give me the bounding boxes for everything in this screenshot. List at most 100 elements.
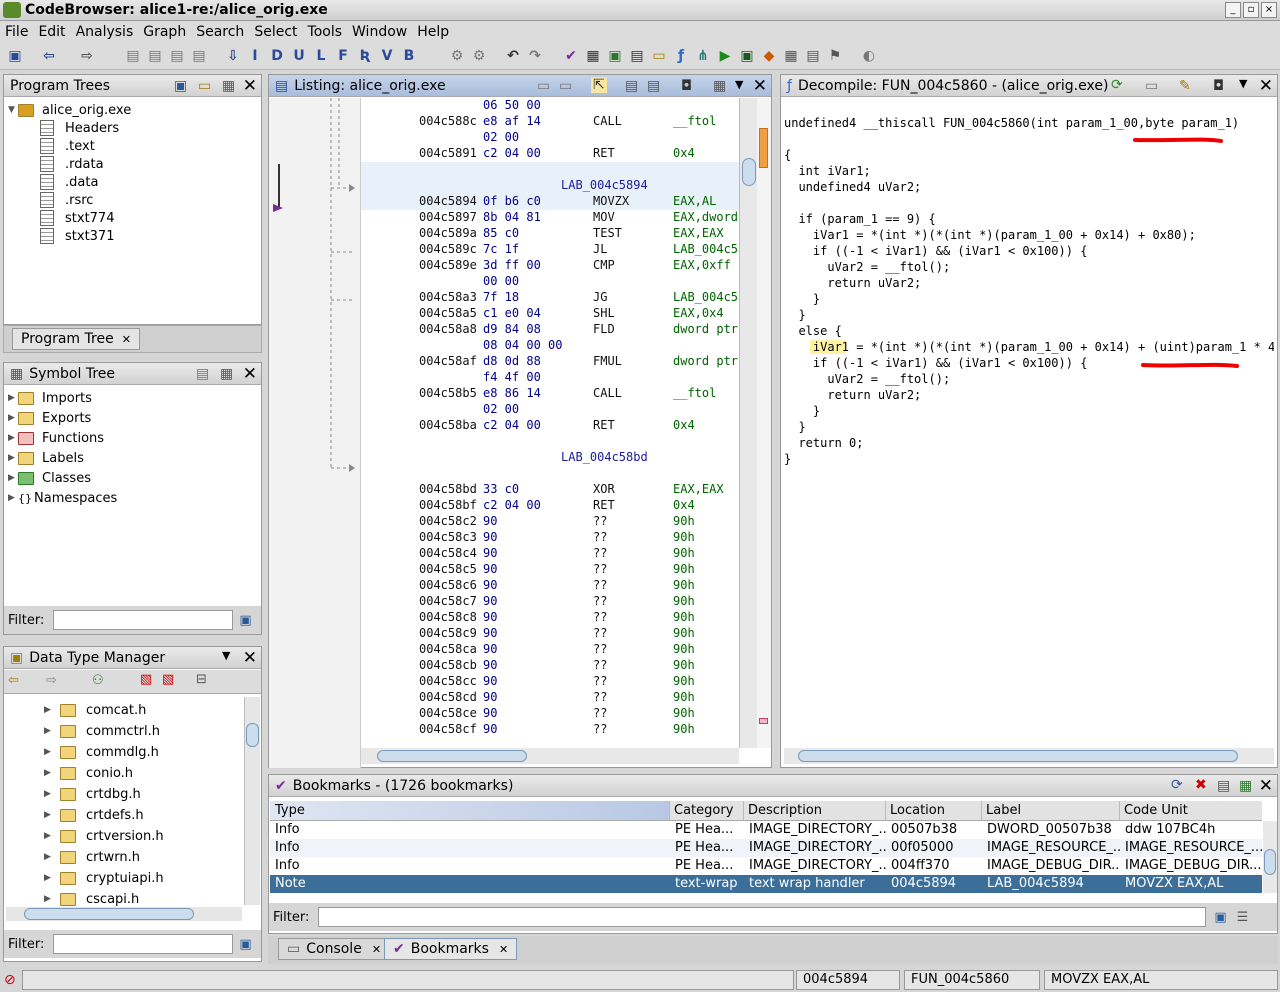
copy-icon[interactable]: ▭ bbox=[537, 78, 550, 94]
snapshot-icon[interactable]: ◘ bbox=[1213, 78, 1224, 94]
checksum-icon[interactable]: ▤ bbox=[804, 47, 822, 65]
snapshot-icon[interactable]: ▦ bbox=[1239, 778, 1252, 794]
bookmark-row[interactable]: Info PE Hea... IMAGE_DIRECTORY_... 00f05000… bbox=[270, 839, 1262, 857]
symbol-tree-item[interactable]: ▶ Classes bbox=[8, 469, 91, 487]
close-icon[interactable]: ✕ bbox=[243, 364, 257, 384]
symbol-tree-item[interactable]: ▶ Labels bbox=[8, 449, 84, 467]
data-type-item[interactable]: ▶ crtversion.h bbox=[44, 827, 164, 845]
close-icon[interactable]: ✕ bbox=[243, 76, 257, 96]
scroll-thumb[interactable] bbox=[377, 750, 527, 762]
expand-icon[interactable]: ▶ bbox=[44, 747, 54, 757]
table-icon[interactable]: ▦ bbox=[782, 47, 800, 65]
data-type-item[interactable]: ▶ commctrl.h bbox=[44, 722, 160, 740]
expand-icon[interactable]: ▶ bbox=[8, 413, 18, 423]
tab-console[interactable]: ▭ Console ✕ bbox=[278, 938, 391, 960]
tree-root[interactable]: ▼ alice_orig.exe bbox=[8, 101, 131, 119]
listing-row[interactable] bbox=[361, 434, 739, 450]
close-window-button[interactable]: × bbox=[1261, 2, 1277, 18]
listing-row[interactable]: 004c5894 0f b6 c0 MOVZX EAX,AL bbox=[361, 194, 739, 210]
listing-row[interactable]: 004c58c4 90?? 90h bbox=[361, 546, 739, 562]
select-bookmarks-icon[interactable]: ▤ bbox=[1217, 778, 1230, 794]
menu-select[interactable]: Tools bbox=[303, 24, 348, 40]
tree-item[interactable]: stxt371 bbox=[40, 227, 114, 245]
decompile-line[interactable]: } bbox=[784, 420, 805, 434]
listing-row[interactable]: 004c5897 8b 04 81 MOV EAX,dword bbox=[361, 210, 739, 226]
scroll-thumb[interactable] bbox=[246, 723, 259, 747]
close-icon[interactable]: ✕ bbox=[499, 943, 508, 956]
listing-row[interactable]: 004c58ba c2 04 00 RET 0x4 bbox=[361, 418, 739, 434]
filter-bookmarks-icon[interactable]: ⟳ bbox=[1171, 777, 1183, 793]
decompile-line[interactable]: } bbox=[784, 404, 820, 418]
close-icon[interactable]: ✕ bbox=[372, 943, 381, 956]
listing-row[interactable]: 004c58b5 e8 86 14 CALL __ftol bbox=[361, 386, 739, 402]
tab-program-tree[interactable]: Program Tree ✕ bbox=[12, 328, 140, 350]
expand-icon[interactable]: ▶ bbox=[8, 473, 18, 483]
tab-bookmarks[interactable]: ✔ Bookmarks ✕ bbox=[384, 938, 518, 960]
expand-icon[interactable]: ▶ bbox=[8, 493, 18, 503]
expand-icon[interactable]: ▶ bbox=[44, 831, 54, 841]
tree-open-icon[interactable]: ▭ bbox=[198, 78, 211, 94]
tree-item[interactable]: stxt774 bbox=[40, 209, 114, 227]
memory-icon[interactable]: ▣ bbox=[606, 47, 624, 65]
tree-item[interactable]: .rdata bbox=[40, 155, 104, 173]
menu-graph[interactable]: Graph bbox=[138, 24, 191, 40]
listing-vscrollbar[interactable] bbox=[739, 98, 757, 748]
tree-item[interactable]: .data bbox=[40, 173, 98, 191]
expand-icon[interactable]: ▶ bbox=[44, 873, 54, 883]
decompile-line[interactable]: return 0; bbox=[784, 436, 863, 450]
menu-window[interactable]: Help bbox=[412, 24, 454, 40]
diamond-icon[interactable]: ◆ bbox=[760, 47, 778, 65]
listing-row[interactable]: 06 50 00 bbox=[361, 98, 739, 114]
menu-tools[interactable]: Window bbox=[347, 24, 412, 40]
data-types-icon[interactable]: ▤ bbox=[628, 47, 646, 65]
filter-options-icon[interactable]: ▣ bbox=[239, 613, 251, 628]
data-type-filter-input[interactable] bbox=[53, 934, 234, 954]
decompile-line[interactable]: return uVar2; bbox=[784, 388, 921, 402]
run-script-icon[interactable]: ▶ bbox=[716, 47, 734, 65]
symbol-snapshot-icon[interactable]: ▦ bbox=[220, 366, 233, 382]
down-arrow-icon[interactable]: ⇩ bbox=[224, 47, 242, 65]
listing-row[interactable] bbox=[361, 162, 739, 178]
listing-row[interactable]: 004c58cf 90?? 90h bbox=[361, 722, 739, 738]
data-type-item[interactable]: ▶ commdlg.h bbox=[44, 743, 159, 761]
nav-value-icon[interactable]: V bbox=[378, 47, 396, 65]
listing-row[interactable]: 004c58c8 90?? 90h bbox=[361, 610, 739, 626]
checkmark-icon[interactable]: ✔ bbox=[562, 47, 580, 65]
bookmarks-filter-input[interactable] bbox=[318, 907, 1207, 927]
tree-item[interactable]: .rsrc bbox=[40, 191, 93, 209]
listing-row[interactable]: 02 00 bbox=[361, 130, 739, 146]
listing-row[interactable]: 004c58c3 90?? 90h bbox=[361, 530, 739, 546]
col-label[interactable]: Label bbox=[982, 801, 1120, 820]
data-type-item[interactable]: ▶ conio.h bbox=[44, 764, 133, 782]
bookmark-row[interactable]: Info PE Hea... IMAGE_DIRECTORY_... 00507b38… bbox=[270, 821, 1262, 839]
scroll-thumb[interactable] bbox=[798, 750, 1238, 762]
listing-row[interactable]: 004c58af d8 0d 88 FMUL dword ptr bbox=[361, 354, 739, 370]
listing-row[interactable]: 00 00 bbox=[361, 274, 739, 290]
tree-item[interactable]: Headers bbox=[40, 119, 119, 137]
call-tree-icon[interactable]: ⋔ bbox=[694, 47, 712, 65]
listing-row[interactable]: 004c58a3 7f 18 JG LAB_004c58 bbox=[361, 290, 739, 306]
scroll-thumb[interactable] bbox=[24, 908, 194, 920]
close-icon[interactable]: ✕ bbox=[243, 648, 257, 668]
filter-settings-icon[interactable]: ☰ bbox=[1237, 910, 1249, 925]
listing-label-row[interactable]: LAB_004c5894 bbox=[361, 178, 739, 194]
listing-row[interactable]: 004c58c2 90?? 90h bbox=[361, 514, 739, 530]
data-type-item[interactable]: ▶ crtdefs.h bbox=[44, 806, 144, 824]
folder-icon[interactable]: ▭ bbox=[650, 47, 668, 65]
listing-row[interactable] bbox=[361, 466, 739, 482]
collapse-icon[interactable]: ▼ bbox=[8, 105, 18, 115]
symbol-filter-input[interactable] bbox=[53, 610, 234, 630]
expand-icon[interactable]: ▶ bbox=[44, 705, 54, 715]
decompile-line[interactable]: uVar2 = __ftol(); bbox=[784, 372, 950, 386]
listing-row[interactable]: 004c58cb 90?? 90h bbox=[361, 658, 739, 674]
listing-row[interactable]: 004c58c6 90?? 90h bbox=[361, 578, 739, 594]
decompile-line[interactable]: undefined4 uVar2; bbox=[784, 180, 921, 194]
expand-icon[interactable]: ▶ bbox=[44, 894, 54, 904]
filter-options-icon[interactable]: ▣ bbox=[239, 937, 251, 952]
listing-row[interactable]: 004c58a5 c1 e0 04 SHL EAX,0x4 bbox=[361, 306, 739, 322]
expand-icon[interactable]: ▶ bbox=[44, 726, 54, 736]
listing-row[interactable]: 004c589e 3d ff 00 CMP EAX,0xff bbox=[361, 258, 739, 274]
diff-icon[interactable]: ▤ bbox=[647, 78, 660, 94]
listing-row[interactable]: 004c58cc 90?? 90h bbox=[361, 674, 739, 690]
symbol-tree-item[interactable]: ▶ Functions bbox=[8, 429, 104, 447]
